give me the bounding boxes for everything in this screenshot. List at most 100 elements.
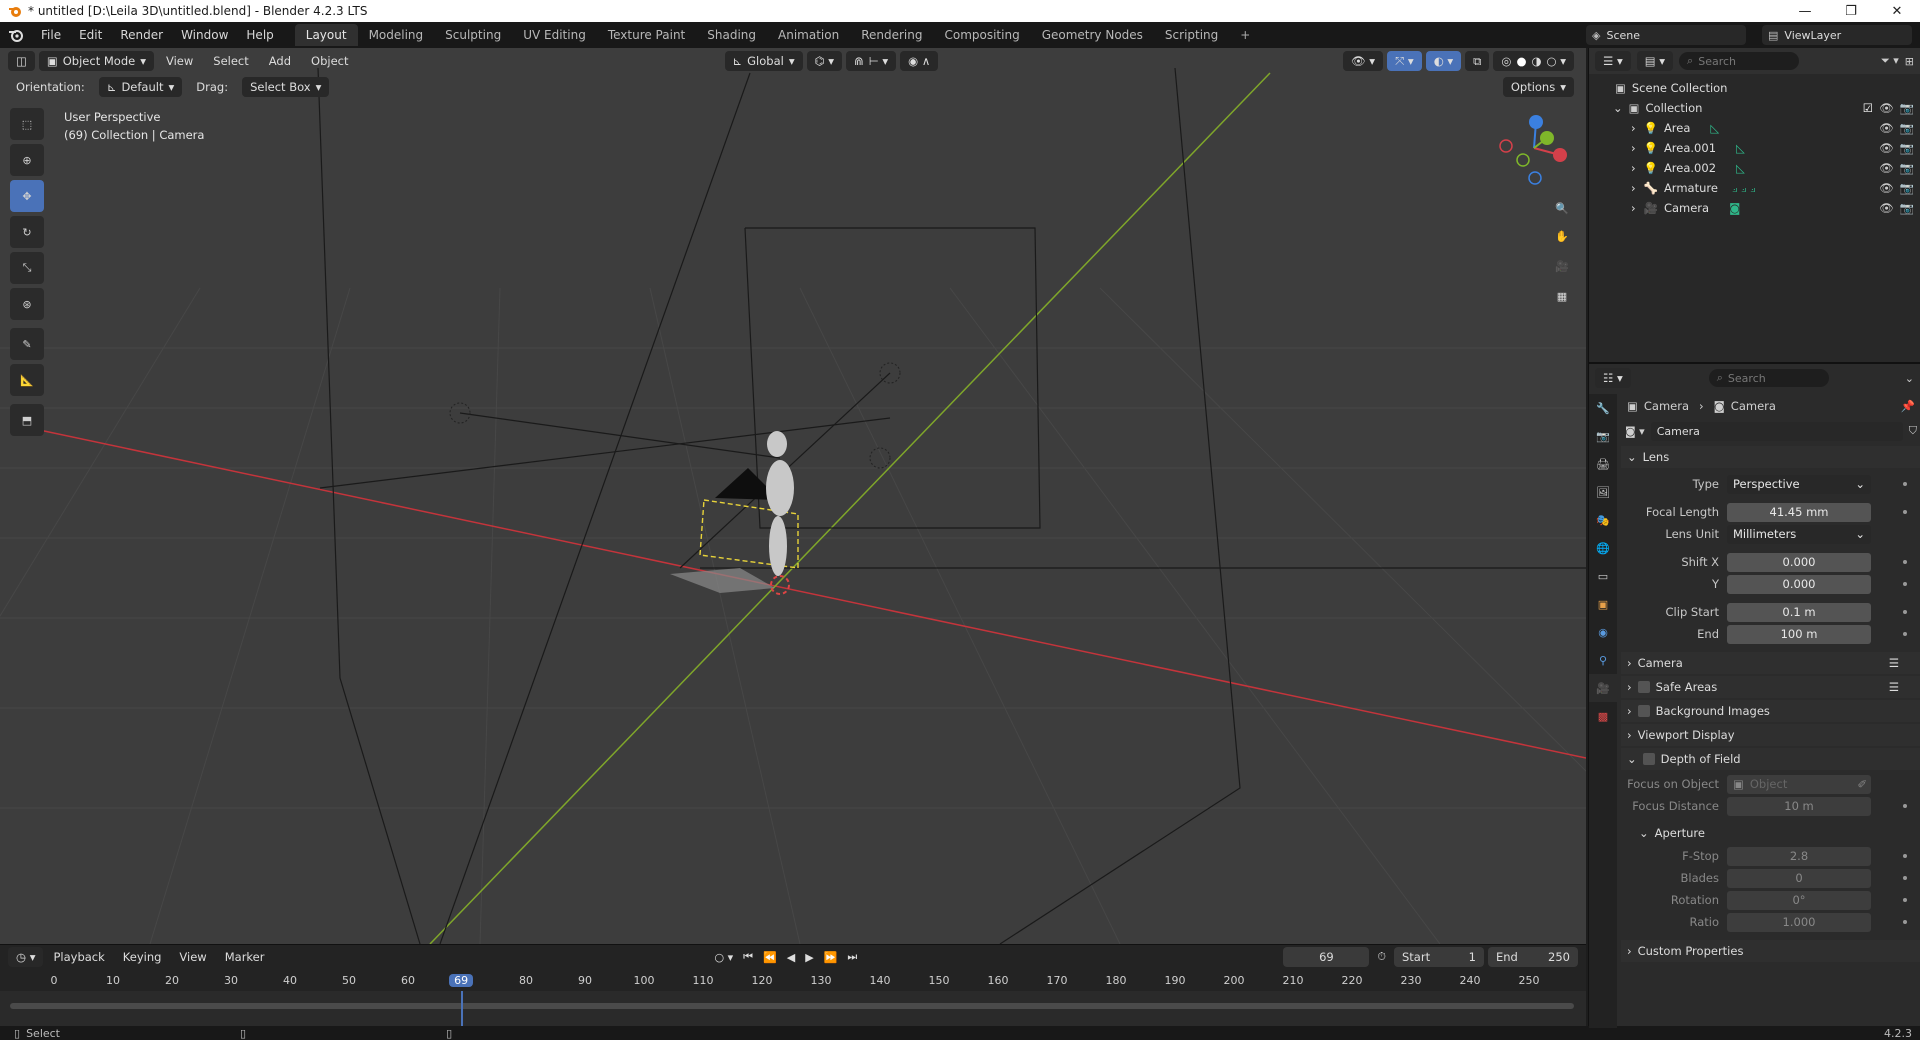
- tab-output[interactable]: 🖨: [1589, 450, 1617, 478]
- tab-modeling[interactable]: Modeling: [358, 24, 435, 46]
- orientation-selector[interactable]: ⊾ Default ▾: [98, 77, 183, 97]
- play-icon[interactable]: ▶: [805, 951, 813, 964]
- tab-layout[interactable]: Layout: [294, 24, 358, 46]
- measure-tool[interactable]: 📐: [10, 364, 44, 396]
- timeline-menu-playback[interactable]: Playback: [45, 950, 112, 964]
- shift-y-field[interactable]: 0.000: [1727, 574, 1871, 594]
- keyframe-dot[interactable]: [1903, 610, 1907, 614]
- mode-selector[interactable]: ▣ Object Mode ▾: [38, 51, 154, 71]
- aperture-subpanel-header[interactable]: ⌄ Aperture: [1621, 822, 1920, 844]
- minimize-button[interactable]: —: [1782, 0, 1828, 22]
- timeline-ruler[interactable]: 0 10 20 30 40 50 60 69 80 90 100 110 120 130 140 150 160…: [0, 973, 1586, 991]
- background-images-panel-header[interactable]: › Background Images: [1621, 700, 1920, 722]
- tab-constraints[interactable]: ⚲: [1589, 646, 1617, 674]
- xray-toggle[interactable]: ⧉: [1465, 51, 1490, 71]
- pan-button[interactable]: ✋: [1548, 222, 1576, 250]
- snap-toggle[interactable]: ⋒ ⊢ ▾: [846, 51, 897, 71]
- stopwatch-icon[interactable]: ⏱: [1377, 950, 1386, 964]
- depth-of-field-panel-header[interactable]: ⌄ Depth of Field: [1621, 748, 1920, 770]
- timeline-editor-type[interactable]: ◷ ▾: [8, 947, 44, 967]
- shading-modes[interactable]: ◎ ● ◑ ○ ▾: [1493, 51, 1574, 71]
- proportional-editing-toggle[interactable]: ◉ ∧: [900, 51, 939, 71]
- clip-end-field[interactable]: 100 m: [1727, 624, 1871, 644]
- pin-icon[interactable]: 📌: [1901, 399, 1915, 413]
- render-camera-icon[interactable]: 📷: [1900, 201, 1914, 215]
- keyframe-dot[interactable]: [1903, 510, 1907, 514]
- eyedropper-icon[interactable]: ✐: [1857, 777, 1867, 791]
- focal-length-field[interactable]: 41.45 mm: [1727, 502, 1871, 522]
- keyframe-dot[interactable]: [1903, 876, 1907, 880]
- scene-selector[interactable]: ◈ Scene: [1586, 25, 1746, 45]
- tab-collection[interactable]: ▭: [1589, 562, 1617, 590]
- render-camera-icon[interactable]: 📷: [1900, 161, 1914, 175]
- keyframe-dot[interactable]: [1903, 632, 1907, 636]
- tab-compositing[interactable]: Compositing: [933, 24, 1030, 46]
- tab-world[interactable]: 🌐: [1589, 534, 1617, 562]
- timeline-scrollbar[interactable]: [10, 1003, 1574, 1009]
- eye-icon[interactable]: 👁: [1879, 121, 1894, 135]
- zoom-button[interactable]: 🔍: [1548, 194, 1576, 222]
- tab-camera-data[interactable]: 🎥: [1589, 674, 1617, 702]
- tab-object[interactable]: ▣: [1589, 590, 1617, 618]
- pivot-point-selector[interactable]: ⌬ ▾: [806, 51, 843, 71]
- add-cube-tool[interactable]: ⬒: [10, 404, 44, 436]
- gizmo-toggle[interactable]: ⤧ ▾: [1387, 51, 1422, 71]
- viewport-menu-object[interactable]: Object: [303, 54, 356, 68]
- current-frame-indicator[interactable]: 69: [449, 974, 474, 987]
- drag-selector[interactable]: Select Box ▾: [242, 77, 330, 97]
- camera-panel-header[interactable]: › Camera ☰: [1621, 652, 1920, 674]
- tab-tool[interactable]: 🔧: [1589, 394, 1617, 422]
- rotate-tool[interactable]: ↻: [10, 216, 44, 248]
- scale-tool[interactable]: ⤡: [10, 252, 44, 284]
- viewport-menu-select[interactable]: Select: [205, 54, 256, 68]
- keyframe-dot[interactable]: [1903, 854, 1907, 858]
- eye-icon[interactable]: 👁: [1879, 181, 1894, 195]
- lens-panel-header[interactable]: ⌄ Lens: [1621, 446, 1920, 468]
- datablock-name-field[interactable]: Camera: [1650, 421, 1903, 441]
- filter-icon[interactable]: ⏷ ▾: [1881, 54, 1899, 68]
- keyframe-dot[interactable]: [1903, 920, 1907, 924]
- jump-end-icon[interactable]: ⏭: [847, 950, 857, 964]
- maximize-button[interactable]: ❐: [1828, 0, 1874, 22]
- list-icon[interactable]: ☰: [1889, 680, 1899, 694]
- outliner-item-area[interactable]: › 💡 Area ◺ 👁 📷: [1589, 118, 1920, 138]
- outliner-collection[interactable]: ⌄ ▣ Collection ☑ 👁 📷: [1589, 98, 1920, 118]
- camera-data-icon[interactable]: ◙ ▾: [1625, 425, 1645, 438]
- tab-scene[interactable]: 🎭: [1589, 506, 1617, 534]
- safe-areas-checkbox[interactable]: [1637, 681, 1650, 693]
- blades-field[interactable]: 0: [1727, 868, 1871, 888]
- perspective-toggle-button[interactable]: ▦: [1548, 282, 1576, 310]
- 3d-viewport[interactable]: [0, 48, 1586, 944]
- focus-object-field[interactable]: ▣ Object ✐: [1727, 774, 1871, 794]
- exclude-checkbox[interactable]: ☑: [1863, 101, 1873, 115]
- transform-orientation-selector[interactable]: ⊾ Global ▾: [724, 51, 803, 71]
- viewport-display-panel-header[interactable]: › Viewport Display: [1621, 724, 1920, 746]
- tab-physics[interactable]: ◉: [1589, 618, 1617, 646]
- timeline-menu-view[interactable]: View: [171, 950, 214, 964]
- lens-type-dropdown[interactable]: Perspective ⌄: [1727, 474, 1871, 494]
- tab-rendering[interactable]: Rendering: [850, 24, 933, 46]
- custom-properties-panel-header[interactable]: › Custom Properties: [1621, 940, 1920, 962]
- tab-scripting[interactable]: Scripting: [1154, 24, 1229, 46]
- tab-view-layer[interactable]: 🖼: [1589, 478, 1617, 506]
- keyframe-dot[interactable]: [1903, 560, 1907, 564]
- eye-icon[interactable]: 👁: [1879, 201, 1894, 215]
- outliner-scene-collection[interactable]: ▣ Scene Collection: [1589, 78, 1920, 98]
- timeline-track[interactable]: [0, 991, 1586, 1027]
- autokey-icon[interactable]: ○ ▾: [714, 951, 733, 964]
- new-collection-icon[interactable]: ⊞: [1905, 55, 1914, 68]
- timeline-menu-keying[interactable]: Keying: [115, 950, 170, 964]
- keyframe-dot[interactable]: [1903, 482, 1907, 486]
- focus-distance-field[interactable]: 10 m: [1727, 796, 1871, 816]
- navigation-gizmo[interactable]: [1490, 108, 1570, 188]
- close-button[interactable]: ✕: [1874, 0, 1920, 22]
- overlay-toggle[interactable]: ◐ ▾: [1425, 51, 1462, 71]
- viewport-menu-view[interactable]: View: [158, 54, 201, 68]
- safe-areas-panel-header[interactable]: › Safe Areas ☰: [1621, 676, 1920, 698]
- outliner-item-armature[interactable]: › 🦴 Armature ⟓ ⟓ ⟓ 👁 📷: [1589, 178, 1920, 198]
- render-camera-icon[interactable]: 📷: [1900, 101, 1914, 115]
- menu-help[interactable]: Help: [237, 28, 282, 42]
- menu-render[interactable]: Render: [111, 28, 172, 42]
- tab-sculpting[interactable]: Sculpting: [434, 24, 512, 46]
- move-tool[interactable]: ✥: [10, 180, 44, 212]
